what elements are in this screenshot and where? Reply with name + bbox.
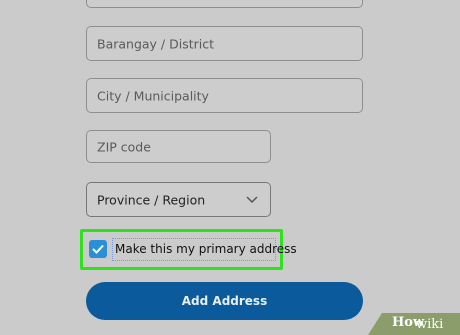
add-address-button[interactable]: Add Address [86, 282, 363, 320]
zip-placeholder: ZIP code [97, 139, 151, 154]
province-region-select[interactable]: Province / Region [86, 182, 271, 217]
province-selected-value: Province / Region [97, 192, 206, 207]
primary-address-label[interactable]: Make this my primary address [115, 240, 297, 258]
wikihow-watermark: wiki How [368, 313, 460, 335]
city-municipality-field[interactable]: City / Municipality [86, 78, 363, 113]
barangay-district-field[interactable]: Barangay / District [86, 26, 363, 61]
city-placeholder: City / Municipality [97, 88, 209, 103]
chevron-down-icon [246, 195, 258, 203]
primary-address-checkbox[interactable] [89, 240, 107, 258]
barangay-placeholder: Barangay / District [97, 36, 215, 51]
zip-code-field[interactable]: ZIP code [86, 130, 271, 163]
street-address-field[interactable] [86, 0, 363, 8]
checkmark-icon [92, 244, 104, 254]
watermark-prefix: wiki [416, 317, 444, 332]
